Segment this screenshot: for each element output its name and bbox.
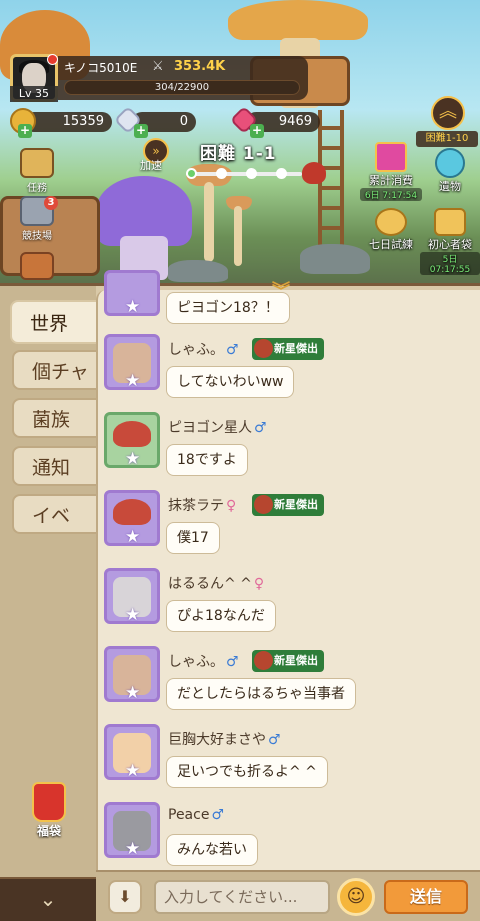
message-bubble: してないわいww xyxy=(166,366,295,398)
chat-input[interactable] xyxy=(154,880,330,914)
rising-star-badge: 新星傑出 xyxy=(252,494,324,516)
lucky-bag-label: 福袋 xyxy=(36,824,61,838)
add-gem-button[interactable]: + xyxy=(250,124,264,138)
stage-node xyxy=(216,168,227,179)
tab-notice[interactable]: 通知 xyxy=(12,446,108,486)
power-value: 353.4K xyxy=(174,59,226,74)
mushroom-icon xyxy=(254,651,273,670)
collapse-chat-button[interactable]: ⌄ xyxy=(0,877,96,921)
message-bubble: だとしたらはるちゃ当事者 xyxy=(166,678,356,710)
message-bubble: ぴよ18なんだ xyxy=(166,600,276,632)
send-button[interactable]: 送信 xyxy=(384,880,468,914)
rising-star-badge: 新星傑出 xyxy=(252,650,324,672)
mushroom-icon xyxy=(254,495,273,514)
tab-private[interactable]: 個チャ xyxy=(12,350,108,390)
cumulative-spend-button[interactable]: 累計消費 6日 7:17:54 xyxy=(360,142,422,201)
download-icon: ⬇ xyxy=(118,887,132,906)
rising-star-badge: 新星傑出 xyxy=(252,338,324,360)
star-icon: ★ xyxy=(125,839,141,858)
xp-text: 304/22900 xyxy=(154,82,210,93)
stage-node xyxy=(246,168,257,179)
tab-world[interactable]: 世界 xyxy=(10,300,106,344)
emoji-button[interactable]: ☺ xyxy=(337,878,375,916)
beginner-timer: 5日 07:17:55 xyxy=(420,252,480,275)
quests-button[interactable]: 任務 xyxy=(14,148,60,194)
crossed-swords-icon: ⚔ xyxy=(152,59,164,74)
message-sender: 抹茶ラテ ♀ xyxy=(168,498,237,514)
message-bubble: みんな若い xyxy=(166,834,258,866)
add-crystal-button[interactable]: + xyxy=(134,124,148,138)
relic-label: 遺物 xyxy=(439,180,461,193)
beginner-bag-button[interactable]: 初心者袋 5日 07:17:55 xyxy=(420,208,480,275)
smiley-icon: ☺ xyxy=(346,886,366,907)
message-avatar[interactable]: ★ xyxy=(104,490,160,546)
tab-event[interactable]: イベ xyxy=(12,494,108,534)
chat-settings-button[interactable]: ⬇ xyxy=(108,880,142,914)
cumulative-timer: 6日 7:17:54 xyxy=(360,188,422,201)
message-avatar[interactable]: ★ xyxy=(104,568,160,624)
seven-day-trial-button[interactable]: 七日試練 xyxy=(362,208,420,252)
message-sender: Peace ♂ xyxy=(168,807,225,823)
message-sender: はるるん^ ^ ♀ xyxy=(168,576,265,592)
message-avatar[interactable]: ★ xyxy=(104,724,160,780)
sword-bag-icon xyxy=(434,208,466,236)
relic-button[interactable]: 遺物 xyxy=(428,148,472,194)
message-bubble: 足いつでも折るよ^ ^ xyxy=(166,756,328,788)
stage-node xyxy=(186,168,197,179)
difficulty-up-button[interactable]: ︽ xyxy=(431,96,465,130)
message-avatar[interactable]: ★ xyxy=(104,270,160,316)
player-level: Lv 35 xyxy=(10,86,58,102)
message-avatar[interactable]: ★ xyxy=(104,646,160,702)
quests-label: 任務 xyxy=(27,183,47,194)
arena-badge: 3 xyxy=(44,196,58,210)
star-icon: ★ xyxy=(125,527,141,546)
notification-dot xyxy=(47,54,58,65)
cumulative-label: 累計消費 xyxy=(369,174,413,187)
scroll-icon xyxy=(375,208,407,236)
gold-counter: 15359 xyxy=(24,112,112,132)
quest-board-icon xyxy=(20,148,54,178)
star-icon: ★ xyxy=(125,761,141,780)
star-icon: ★ xyxy=(125,683,141,702)
stage-node xyxy=(276,168,287,179)
tab-clan[interactable]: 菌族 xyxy=(12,398,108,438)
message-sender: ピヨゴン星人 ♂ xyxy=(168,420,267,436)
boss-skull-icon xyxy=(302,162,326,184)
star-icon: ★ xyxy=(125,449,141,468)
message-bubble: 僕17 xyxy=(166,522,220,554)
lucky-bag-icon xyxy=(32,782,66,822)
message-bubble: 18ですよ xyxy=(166,444,248,476)
message-avatar[interactable]: ★ xyxy=(104,412,160,468)
star-icon: ★ xyxy=(125,605,141,624)
gift-box-icon xyxy=(375,142,407,172)
message-avatar[interactable]: ★ xyxy=(104,334,160,390)
message-sender: 巨胸大好まさや ♂ xyxy=(168,732,281,748)
speed-label: 加速 xyxy=(140,159,162,172)
shop-icon xyxy=(20,252,54,280)
message-avatar[interactable]: ★ xyxy=(104,802,160,858)
chevron-down-icon[interactable]: ︾ xyxy=(272,283,290,301)
beginner-label: 初心者袋 xyxy=(428,238,472,251)
relic-icon xyxy=(435,148,465,178)
add-gold-button[interactable]: + xyxy=(18,124,32,138)
arena-label: 競技場 xyxy=(22,231,52,242)
shop-button[interactable] xyxy=(14,252,60,281)
difficulty-label: 困難1-10 xyxy=(416,131,478,147)
star-icon: ★ xyxy=(125,371,141,390)
player-name: キノコ5010E xyxy=(64,61,138,75)
mushroom-icon xyxy=(254,339,273,358)
message-sender: しゃふ。 ♂ xyxy=(168,342,239,358)
star-icon: ★ xyxy=(125,297,141,316)
stage-title: 困難 1-1 xyxy=(200,144,277,164)
message-sender: しゃふ。 ♂ xyxy=(168,654,239,670)
lucky-bag-button[interactable]: 福袋 xyxy=(26,782,72,839)
seven-day-label: 七日試練 xyxy=(369,238,413,251)
